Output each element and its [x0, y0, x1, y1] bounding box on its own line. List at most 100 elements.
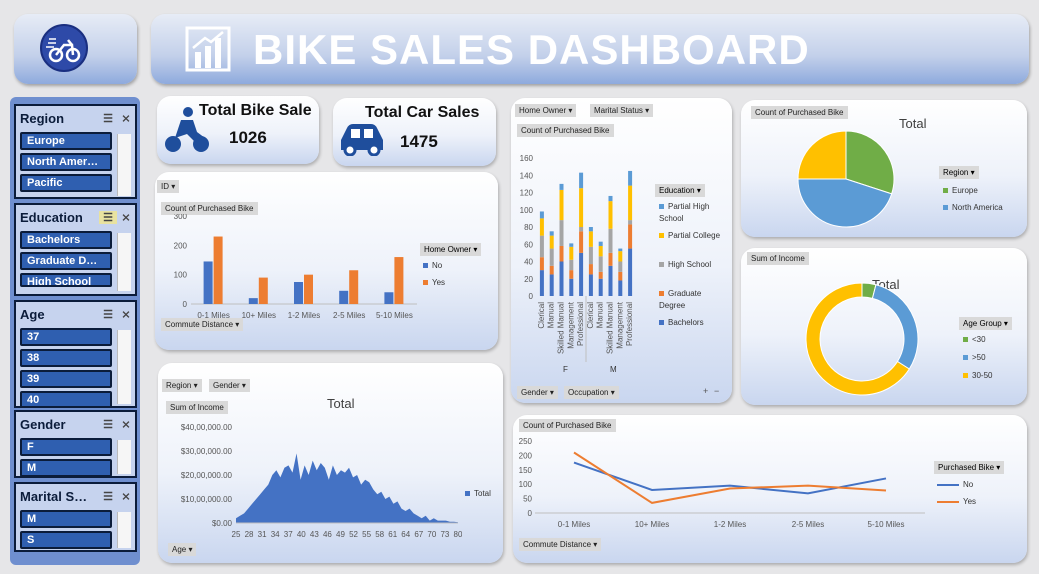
multi-select-icon[interactable]: ☰ — [99, 112, 117, 125]
value-field-chip[interactable]: Count of Purchased Bike — [519, 419, 616, 432]
slicer-marital-status[interactable]: Marital S… ☰ ⨯ M S — [14, 482, 137, 552]
logo-panel — [14, 14, 137, 84]
slicer-item[interactable]: F — [20, 438, 112, 456]
x-tick-label: 52 — [349, 530, 358, 539]
chart-growth-icon — [185, 26, 231, 72]
income-donut-panel: Sum of Income Total Age Group <30 >50 30… — [741, 248, 1027, 405]
slicer-item[interactable]: North Amer… — [20, 153, 112, 171]
value-field-chip[interactable]: Sum of Income — [747, 252, 809, 265]
slicer-age[interactable]: Age ☰ ⨯ 37 38 39 40 — [14, 300, 137, 408]
slicer-item[interactable]: M — [20, 459, 112, 476]
slicer-gender[interactable]: Gender ☰ ⨯ F M — [14, 410, 137, 478]
slicer-item[interactable]: M — [20, 510, 112, 528]
legend-title[interactable]: Region — [939, 166, 979, 179]
scrollbar[interactable] — [117, 233, 131, 291]
axis-gender-chip[interactable]: Gender — [517, 386, 558, 399]
axis-field-chip[interactable]: Commute Distance — [161, 318, 244, 331]
axis-age-chip[interactable]: Age — [168, 543, 197, 556]
bar-segment — [628, 224, 633, 249]
income-area-chart: $0.00 $10,00,000.00 $20,00,000.00 $30,00,00… — [181, 423, 462, 539]
bar-segment — [628, 185, 633, 221]
legend-item-30-50: 30-50 — [963, 371, 992, 380]
bar-segment — [618, 280, 623, 296]
x-tick-label: 25 — [232, 530, 241, 539]
legend-item-high-school: High School — [659, 260, 711, 269]
bar-segment — [549, 231, 554, 236]
axis-field-chip[interactable]: Commute Distance — [519, 538, 602, 551]
bar-segment — [539, 270, 544, 296]
legend-title[interactable]: Education — [655, 184, 705, 197]
bar — [339, 290, 349, 304]
bar-segment — [618, 271, 623, 281]
multi-select-icon[interactable]: ☰ — [99, 490, 117, 503]
slicer-item[interactable]: High School — [20, 273, 112, 287]
y-tick-label: 80 — [524, 223, 533, 232]
slicer-item[interactable]: 39 — [20, 370, 112, 388]
bar — [384, 292, 394, 304]
slicer-item[interactable]: 40 — [20, 391, 112, 406]
y-tick-label: 40 — [524, 258, 533, 267]
clear-filter-icon[interactable]: ⨯ — [117, 418, 135, 431]
filter-id-chip[interactable]: ID — [157, 180, 180, 193]
axis-occupation-chip[interactable]: Occupation — [564, 386, 619, 399]
bar — [258, 277, 268, 304]
multi-select-icon[interactable]: ☰ — [99, 418, 117, 431]
value-field-chip[interactable]: Sum of Income — [166, 401, 228, 414]
multi-select-icon[interactable]: ☰ — [99, 210, 117, 224]
slicer-item[interactable]: Pacific — [20, 174, 112, 192]
y-tick-label: 150 — [519, 466, 533, 475]
clear-filter-icon[interactable]: ⨯ — [117, 211, 135, 224]
y-tick-label: 300 — [174, 214, 188, 221]
bar-segment — [598, 278, 603, 296]
filter-marital-status-chip[interactable]: Marital Status — [590, 104, 654, 117]
x-tick-label: 1-2 Miles — [714, 520, 746, 529]
scrollbar[interactable] — [117, 512, 131, 548]
filter-home-owner-chip[interactable]: Home Owner — [515, 104, 577, 117]
value-field-chip[interactable]: Count of Purchased Bike — [517, 124, 614, 137]
scrollbar[interactable] — [117, 134, 131, 196]
x-tick-label: 0-1 Miles — [558, 520, 590, 529]
slicer-item[interactable]: 38 — [20, 349, 112, 367]
x-tick-label: Clerical — [537, 302, 546, 329]
multi-select-icon[interactable]: ☰ — [99, 308, 117, 321]
expand-field-button[interactable]: + — [703, 386, 708, 396]
slicer-item[interactable]: S — [20, 531, 112, 549]
bar-segment — [628, 220, 633, 225]
slicer-education[interactable]: Education ☰ ⨯ Bachelors Graduate D… High… — [14, 203, 137, 296]
value-field-chip[interactable]: Count of Purchased Bike — [751, 106, 848, 119]
slicer-item[interactable]: Bachelors — [20, 231, 112, 249]
bar-segment — [579, 188, 584, 227]
legend-item-europe: Europe — [943, 186, 978, 195]
bar-segment — [588, 274, 593, 296]
collapse-field-button[interactable]: − — [714, 386, 719, 396]
scrollbar[interactable] — [117, 440, 131, 474]
bar — [304, 274, 313, 304]
bar — [349, 270, 359, 304]
legend-title[interactable]: Age Group — [959, 317, 1012, 330]
bar-segment — [618, 251, 623, 262]
x-tick-label: 49 — [336, 530, 345, 539]
legend-title[interactable]: Home Owner — [420, 243, 482, 256]
bar-segment — [608, 195, 613, 202]
y-tick-label: 250 — [519, 437, 533, 446]
filter-gender-chip[interactable]: Gender — [209, 379, 250, 392]
clear-filter-icon[interactable]: ⨯ — [117, 490, 135, 503]
chart-title: Total — [899, 116, 927, 131]
clear-filter-icon[interactable]: ⨯ — [117, 112, 135, 125]
slicer-item[interactable]: 37 — [20, 328, 112, 346]
clear-filter-icon[interactable]: ⨯ — [117, 308, 135, 321]
bar-segment — [598, 245, 603, 257]
slicer-item[interactable]: Graduate D… — [20, 252, 112, 270]
slicer-region[interactable]: Region ☰ ⨯ Europe North Amer… Pacific — [14, 104, 137, 199]
scrollbar[interactable] — [117, 330, 131, 404]
slicer-title: Education — [20, 209, 83, 225]
slicer-item[interactable]: Europe — [20, 132, 112, 150]
filter-region-chip[interactable]: Region — [162, 379, 202, 392]
y-tick-label: 60 — [524, 240, 533, 249]
bar-segment — [579, 231, 584, 253]
bar-segment — [569, 243, 574, 247]
bar-segment — [549, 248, 554, 266]
commute-bar-panel: ID Count of Purchased Bike 01002003000-1… — [155, 172, 498, 350]
legend-title[interactable]: Purchased Bike — [934, 461, 1005, 474]
slicer-title: Age — [20, 306, 45, 322]
